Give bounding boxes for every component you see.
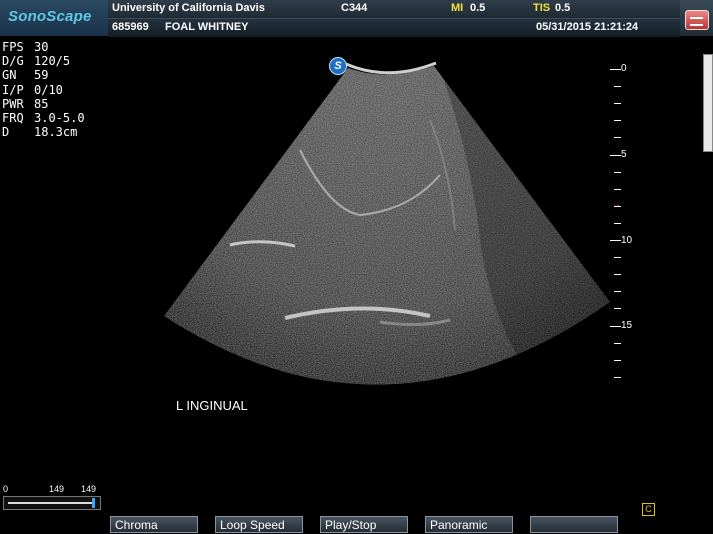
- play-stop-button[interactable]: Play/Stop: [320, 516, 408, 533]
- depth-tick: [610, 69, 621, 70]
- mi-value: 0.5: [470, 2, 486, 14]
- depth-tick: [614, 342, 621, 344]
- header-patient-row: 685969 FOAL WHITNEY 05/31/2015 21:21:24: [108, 18, 680, 37]
- depth-label-5: 5: [621, 149, 627, 160]
- depth-tick: [610, 240, 621, 241]
- depth-tick: [614, 188, 621, 190]
- depth-tick: [614, 257, 621, 259]
- probe-name: C344: [341, 2, 368, 14]
- param-ip: I/P 0/10: [2, 82, 63, 97]
- gray-scale-track: [8, 502, 94, 504]
- depth-tick: [614, 86, 621, 88]
- param-gn: GN 59: [2, 68, 49, 83]
- param-fps: FPS 30: [2, 40, 49, 54]
- param-depth: D 18.3cm: [2, 125, 78, 140]
- depth-tick: [614, 137, 621, 139]
- header-info-row: University of California Davis C344 MI 0…: [108, 0, 680, 18]
- menu-corner: [680, 0, 713, 36]
- depth-label-15: 15: [621, 320, 633, 331]
- loop-speed-button[interactable]: Loop Speed: [215, 516, 303, 533]
- patient-id: 685969: [112, 21, 149, 33]
- patient-name: FOAL WHITNEY: [165, 21, 249, 33]
- panoramic-button[interactable]: Panoramic: [425, 516, 513, 533]
- settings-menu-icon[interactable]: [685, 10, 709, 30]
- depth-tick: [614, 359, 621, 361]
- exam-datetime: 05/31/2015 21:21:24: [536, 21, 639, 33]
- cine-scrollbar[interactable]: [703, 54, 713, 152]
- gray-scale-min: 0: [3, 484, 9, 494]
- depth-label-10: 10: [621, 235, 633, 246]
- tis-label: TIS: [533, 2, 551, 14]
- gray-scale-mid: 149: [49, 484, 65, 494]
- depth-tick: [614, 171, 621, 173]
- imaging-parameters: FPS 30 D/G 120/5 GN 59 I/P 0/10 PWR 85 FRQ 3.0…: [2, 40, 85, 139]
- orientation-marker-icon: S: [329, 57, 347, 75]
- depth-tick: [614, 376, 621, 378]
- brand-logo: SonoScape: [0, 0, 109, 36]
- focus-marker-icon[interactable]: →: [613, 200, 621, 209]
- image-annotation: L INGINUAL: [176, 398, 248, 413]
- depth-tick: [614, 120, 621, 122]
- empty-soft-button[interactable]: [530, 516, 618, 533]
- soft-button-bar: Chroma Loop Speed Play/Stop Panoramic: [0, 516, 713, 534]
- header-bar: SonoScape University of California Davis…: [0, 0, 713, 37]
- depth-tick: [614, 222, 621, 224]
- param-frq: FRQ 3.0-5.0: [2, 110, 85, 125]
- param-dg: D/G 120/5: [2, 54, 71, 69]
- gray-scale-bar: 0 149 149: [3, 484, 101, 514]
- depth-tick: [614, 103, 621, 105]
- chroma-button[interactable]: Chroma: [110, 516, 198, 533]
- depth-tick: [610, 325, 621, 327]
- mi-label: MI: [451, 2, 464, 14]
- depth-tick: [614, 274, 621, 276]
- gray-scale-max: 149: [81, 484, 97, 494]
- tis-value: 0.5: [555, 2, 571, 14]
- depth-tick: [610, 154, 621, 156]
- gray-scale-thumb[interactable]: [92, 498, 95, 508]
- param-pwr: PWR 85: [2, 96, 49, 111]
- depth-scale: 0 5 10 15 →: [600, 60, 640, 390]
- hospital-name: University of California Davis: [112, 2, 265, 14]
- c-badge: C: [642, 503, 655, 516]
- depth-tick: [614, 291, 621, 293]
- brand-logo-text: SonoScape: [8, 8, 92, 25]
- depth-label-0: 0: [621, 63, 627, 74]
- depth-tick: [614, 308, 621, 310]
- gray-scale-slider[interactable]: [3, 496, 101, 510]
- depth-tick: [614, 205, 621, 207]
